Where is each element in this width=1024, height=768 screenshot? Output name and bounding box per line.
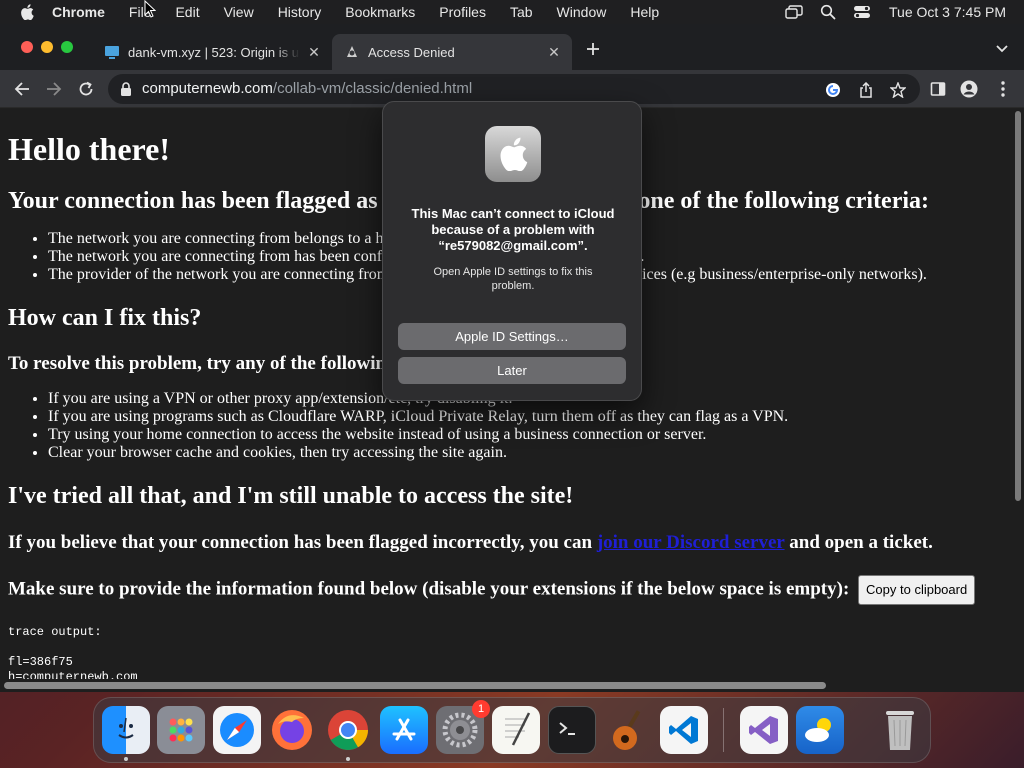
tab-title: dank-vm.xyz | 523: Origin is unreachable: [128, 44, 300, 60]
trace-output: trace output: fl=386f75 h=computernewb.c…: [8, 625, 138, 679]
scrollbar-thumb[interactable]: [1015, 111, 1021, 501]
copy-to-clipboard-button[interactable]: Copy to clipboard: [858, 575, 976, 605]
window-minimize-button[interactable]: [41, 41, 53, 53]
horizontal-scrollbar[interactable]: [0, 679, 1024, 692]
discord-link[interactable]: join our Discord server: [597, 532, 785, 553]
dialog-title: This Mac can’t connect to iCloud because…: [411, 206, 615, 253]
icloud-alert-dialog: This Mac can’t connect to iCloud because…: [382, 101, 642, 401]
menu-window[interactable]: Window: [545, 0, 619, 24]
tab-access-denied[interactable]: Access Denied ✕: [332, 34, 572, 70]
tab-dank-vm[interactable]: dank-vm.xyz | 523: Origin is unreachable…: [92, 34, 332, 70]
running-indicator: [346, 757, 350, 761]
incorrect-text-post: and open a ticket.: [784, 532, 933, 553]
back-arrow-icon[interactable]: [12, 79, 32, 99]
visual-studio-code-icon[interactable]: [660, 706, 708, 754]
dock: 1: [93, 697, 931, 763]
url-path: /collab-vm/classic/denied.html: [272, 80, 473, 97]
menu-app-name[interactable]: Chrome: [36, 0, 117, 24]
running-indicator: [124, 757, 128, 761]
firefox-icon[interactable]: [268, 706, 316, 754]
weather-icon[interactable]: [796, 706, 844, 754]
menu-help[interactable]: Help: [618, 0, 671, 24]
tab-search-chevron-icon[interactable]: [993, 40, 1011, 58]
terminal-icon[interactable]: [548, 706, 596, 754]
side-panel-icon[interactable]: [929, 80, 947, 98]
vertical-scrollbar[interactable]: [1012, 109, 1024, 679]
monitor-favicon-icon: [104, 44, 120, 60]
forward-arrow-icon[interactable]: [44, 79, 64, 99]
menu-tab[interactable]: Tab: [498, 0, 545, 24]
launchpad-icon[interactable]: [157, 706, 205, 754]
spotlight-search-icon[interactable]: [819, 4, 837, 20]
menubar-clock[interactable]: Tue Oct 3 7:45 PM: [879, 4, 1024, 20]
list-item: If you are using programs such as Cloudf…: [48, 408, 1004, 426]
notification-badge: 1: [472, 700, 490, 718]
control-center-icon[interactable]: [853, 5, 871, 19]
textedit-icon[interactable]: [492, 706, 540, 754]
lock-icon[interactable]: [120, 82, 132, 96]
address-url[interactable]: computernewb.com/collab-vm/classic/denie…: [142, 74, 472, 104]
profile-avatar-icon[interactable]: [960, 80, 978, 98]
google-lens-icon[interactable]: [824, 81, 842, 99]
tried-heading: I've tried all that, and I'm still unabl…: [8, 483, 574, 509]
bookmark-star-icon[interactable]: [889, 81, 907, 99]
info-text: Make sure to provide the information fou…: [8, 578, 850, 600]
list-item: Clear your browser cache and cookies, th…: [48, 444, 1004, 462]
menu-edit[interactable]: Edit: [163, 0, 211, 24]
tab-strip: dank-vm.xyz | 523: Origin is unreachable…: [0, 24, 1024, 70]
dock-separator: [723, 708, 724, 752]
chrome-menu-icon[interactable]: [994, 80, 1012, 98]
later-button[interactable]: Later: [398, 357, 626, 384]
info-paragraph: Make sure to provide the information fou…: [8, 575, 1004, 605]
garageband-icon[interactable]: [604, 706, 652, 754]
new-tab-icon[interactable]: [583, 39, 603, 59]
apple-menu-icon[interactable]: [18, 0, 36, 24]
tab-close-icon[interactable]: ✕: [306, 44, 322, 60]
apple-id-settings-button[interactable]: Apple ID Settings…: [398, 323, 626, 350]
tab-close-icon[interactable]: ✕: [546, 44, 562, 60]
visual-studio-icon[interactable]: [740, 706, 788, 754]
tab-title: Access Denied: [368, 44, 455, 60]
address-bar[interactable]: computernewb.com/collab-vm/classic/denie…: [108, 74, 920, 104]
screen-mirroring-icon[interactable]: [785, 5, 803, 19]
collabvm-favicon-icon: [344, 44, 360, 60]
safari-icon[interactable]: [213, 706, 261, 754]
reload-icon[interactable]: [76, 79, 96, 99]
menu-bookmarks[interactable]: Bookmarks: [333, 0, 427, 24]
system-settings-icon[interactable]: 1: [436, 700, 490, 754]
app-store-icon[interactable]: [380, 706, 428, 754]
finder-icon[interactable]: [102, 706, 150, 754]
menu-profiles[interactable]: Profiles: [427, 0, 498, 24]
google-chrome-icon[interactable]: [324, 706, 372, 754]
apple-logo-icon: [485, 126, 541, 182]
url-host: computernewb.com: [142, 80, 273, 97]
list-item: Try using your home connection to access…: [48, 426, 1004, 444]
trash-icon[interactable]: [876, 706, 924, 754]
dialog-message: Open Apple ID settings to fix this probl…: [433, 266, 593, 292]
menu-file[interactable]: File: [117, 0, 164, 24]
scrollbar-thumb[interactable]: [4, 682, 826, 689]
incorrect-text-pre: If you believe that your connection has …: [8, 532, 597, 553]
menu-view[interactable]: View: [212, 0, 266, 24]
menu-history[interactable]: History: [266, 0, 334, 24]
mouse-cursor-icon: [144, 0, 157, 18]
incorrect-flag-paragraph: If you believe that your connection has …: [8, 531, 1004, 555]
share-icon[interactable]: [857, 81, 875, 99]
window-zoom-button[interactable]: [61, 41, 73, 53]
window-close-button[interactable]: [21, 41, 33, 53]
